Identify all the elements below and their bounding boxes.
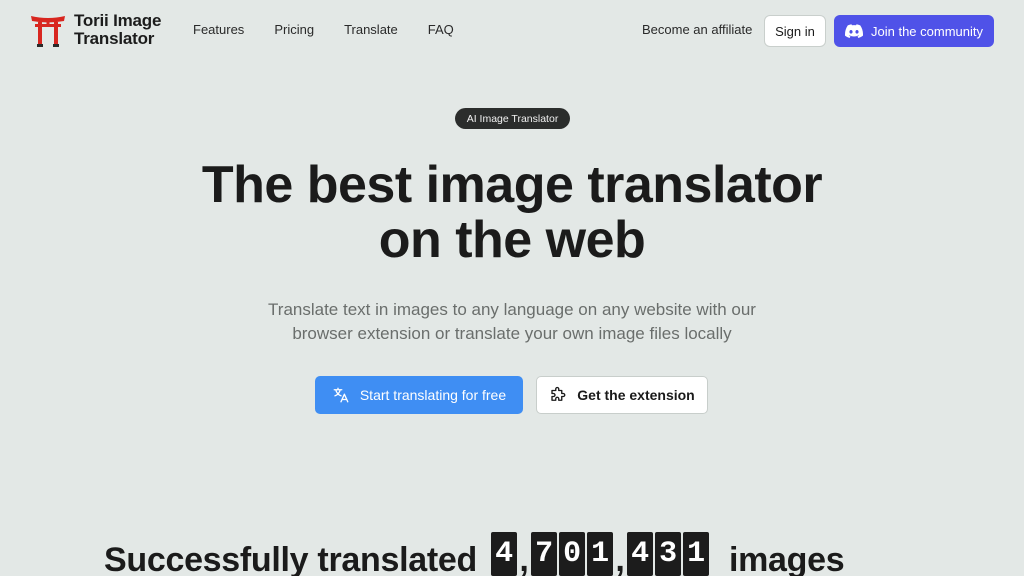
brand-name-line2: Translator xyxy=(74,29,155,48)
brand-logo-link[interactable]: Torii Image Translator xyxy=(30,12,161,48)
counter-digit: 1 xyxy=(586,532,613,576)
sign-in-button[interactable]: Sign in xyxy=(764,15,826,47)
brand-name: Torii Image Translator xyxy=(74,12,161,48)
brand-name-line1: Torii Image xyxy=(74,11,162,30)
hero-headline-line2: on the web xyxy=(378,211,646,269)
hero-headline-line1: The best image translator xyxy=(201,156,823,214)
translate-icon xyxy=(333,387,349,403)
nav-link-features[interactable]: Features xyxy=(193,22,244,37)
counter-digit: 3 xyxy=(654,532,681,576)
hero-badge: AI Image Translator xyxy=(455,108,570,129)
start-translating-label: Start translating for free xyxy=(359,387,507,403)
counter-digit: 4 xyxy=(626,532,653,576)
affiliate-link[interactable]: Become an affiliate xyxy=(642,22,752,37)
nav-link-faq[interactable]: FAQ xyxy=(428,22,454,37)
hero-headline: The best image translator on the web xyxy=(0,158,1024,268)
get-extension-label: Get the extension xyxy=(577,387,695,403)
hero-subtitle-line1: Translate text in images to any language… xyxy=(268,300,756,319)
counter-digit: 1 xyxy=(682,532,709,576)
counter-digit: 0 xyxy=(558,532,585,576)
counter-digit: 4 xyxy=(490,532,517,576)
get-extension-button[interactable]: Get the extension xyxy=(536,376,708,414)
counter-separator: , xyxy=(615,541,625,576)
nav-links: Features Pricing Translate FAQ xyxy=(193,22,484,37)
hero-subtitle-line2: browser extension or translate your own … xyxy=(292,324,732,343)
counter-digits: 4 , 7 0 1 , 4 3 1 xyxy=(490,532,711,576)
top-navbar: Torii Image Translator Features Pricing … xyxy=(0,0,1024,62)
join-community-label: Join the community xyxy=(871,23,983,39)
counter-separator: , xyxy=(519,541,529,576)
nav-link-translate[interactable]: Translate xyxy=(344,22,398,37)
hero-subtitle: Translate text in images to any language… xyxy=(0,298,1024,346)
join-community-button[interactable]: Join the community xyxy=(834,15,994,47)
start-translating-button[interactable]: Start translating for free xyxy=(315,376,523,414)
puzzle-icon xyxy=(551,386,566,401)
torii-gate-icon xyxy=(31,16,65,47)
discord-icon xyxy=(845,24,863,38)
counter-digit: 7 xyxy=(530,532,557,576)
counter-suffix: images xyxy=(728,541,845,576)
nav-link-pricing[interactable]: Pricing xyxy=(274,22,314,37)
counter-label: Successfully translated xyxy=(104,541,477,576)
translation-counter: Successfully translated 4 , 7 0 1 , 4 3 … xyxy=(104,532,845,576)
